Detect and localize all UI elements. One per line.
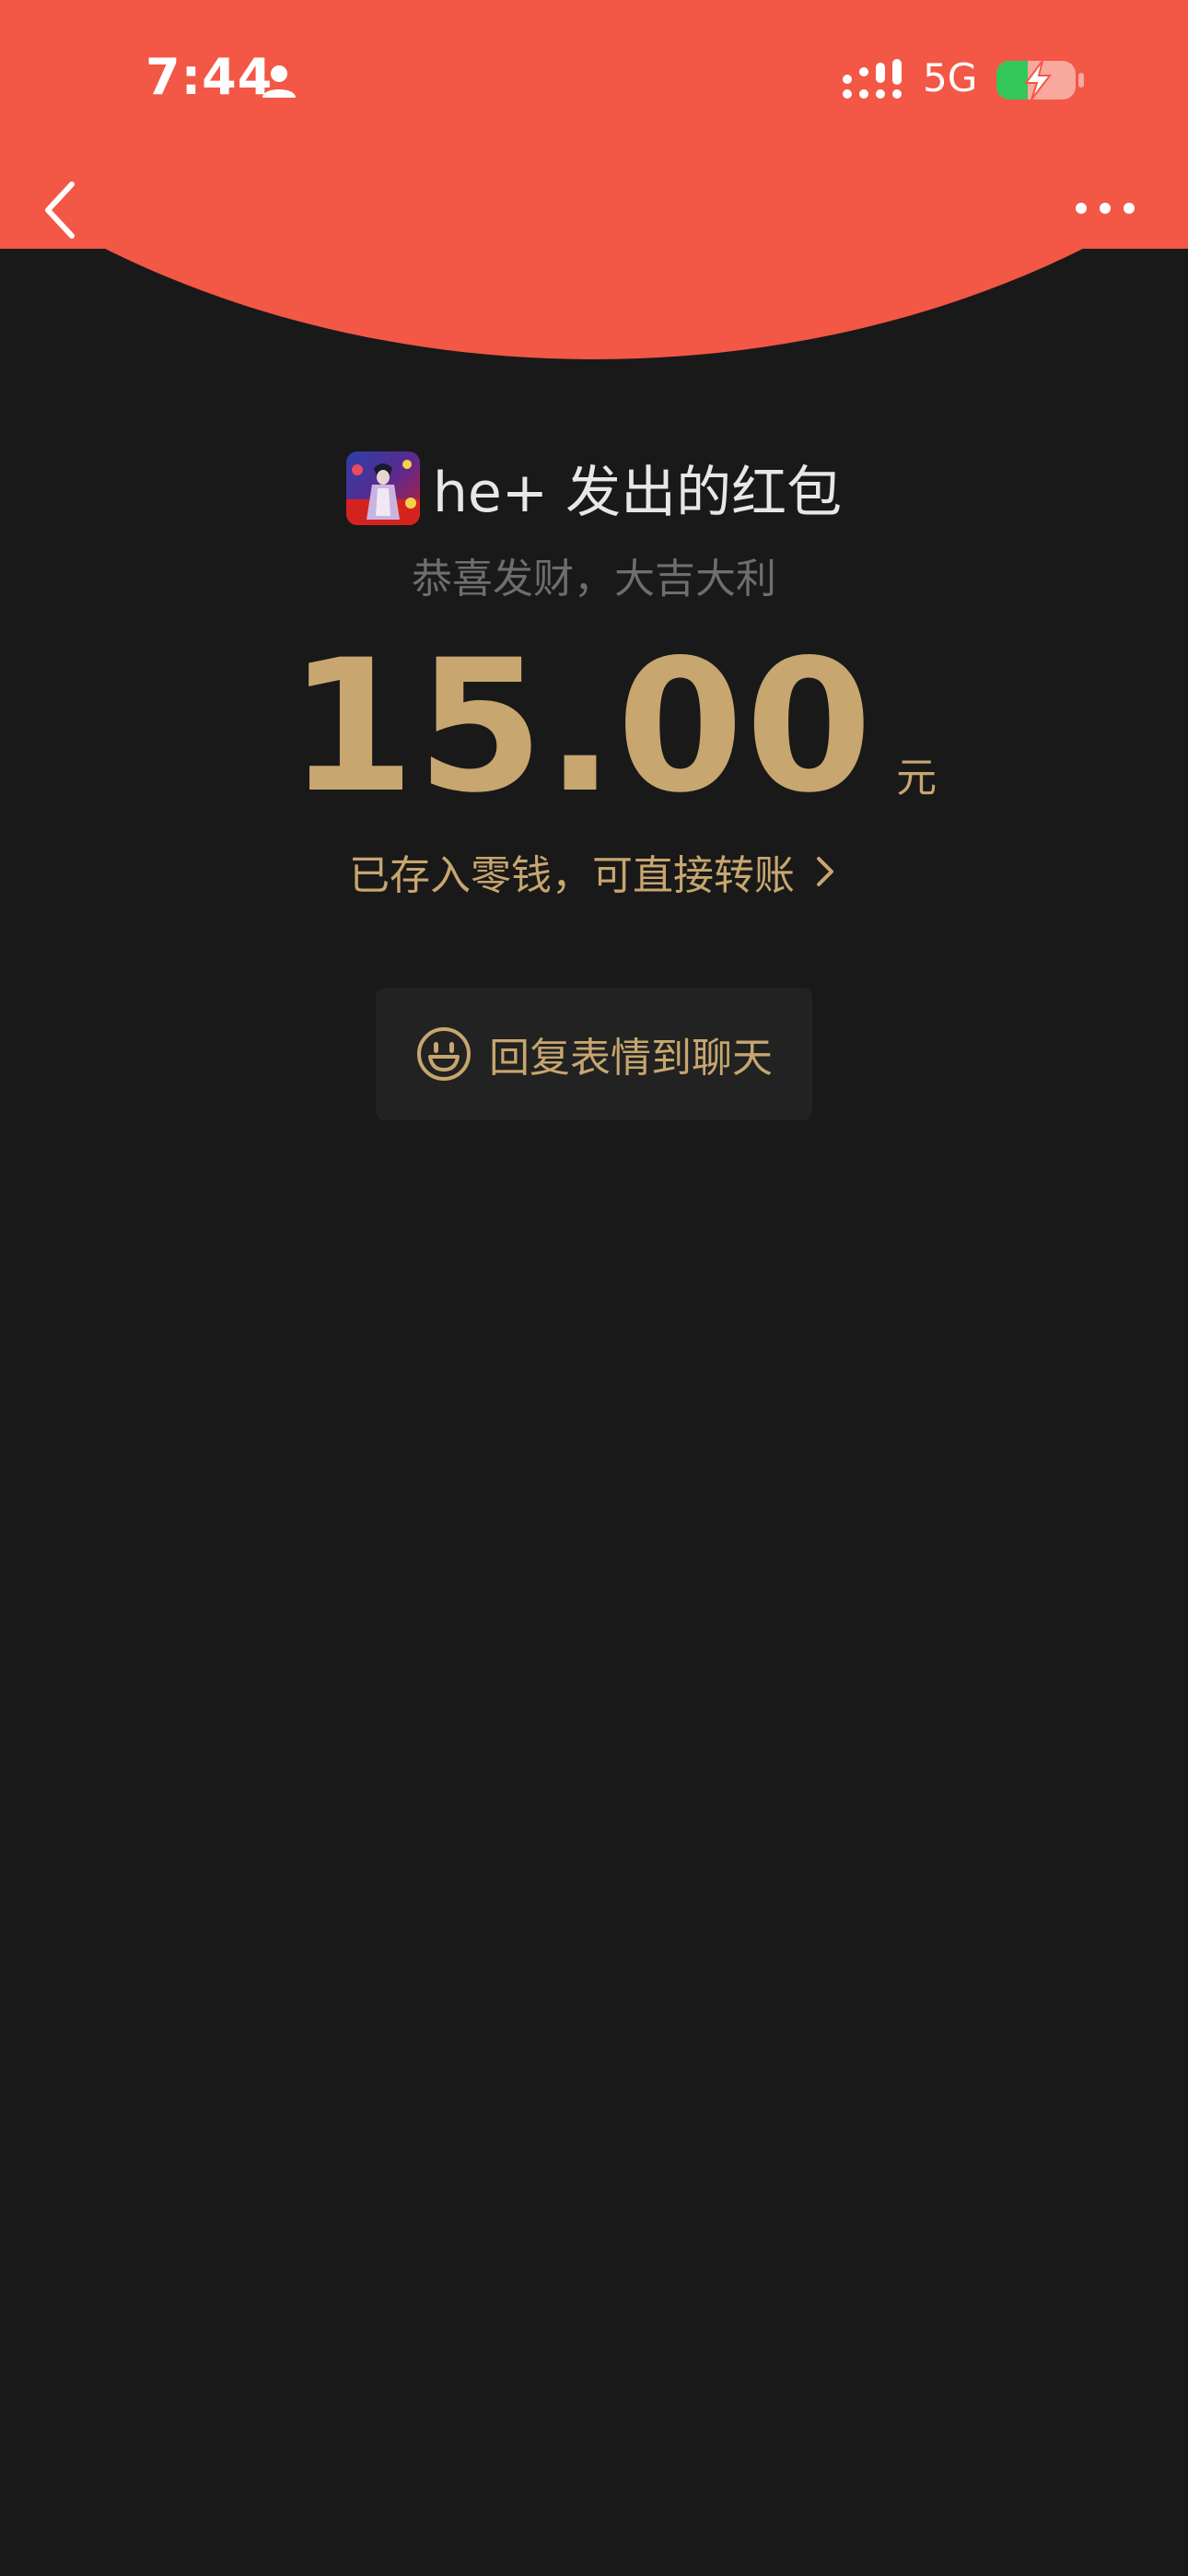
chevron-right-icon: [817, 857, 833, 886]
back-button[interactable]: [37, 177, 92, 243]
status-time: 7:44: [146, 48, 274, 106]
network-label: 5G: [923, 55, 978, 100]
wish-message: 恭喜发财，大吉大利: [412, 556, 776, 603]
sender-avatar[interactable]: [345, 451, 420, 525]
amount-value: 15.00: [287, 620, 875, 833]
amount-unit: 元: [896, 755, 938, 802]
sender-row: he+ 发出的红包: [0, 448, 1188, 528]
reply-sticker-button[interactable]: 回复表情到聊天: [376, 988, 812, 1120]
sender-title: he+ 发出的红包: [432, 461, 843, 525]
amount-row: 15.00 元: [0, 636, 1188, 818]
more-options-button[interactable]: [1068, 192, 1142, 225]
signal-icon: [843, 59, 902, 99]
person-icon: [262, 65, 296, 98]
smile-icon: [417, 1027, 471, 1081]
reply-sticker-label: 回复表情到聊天: [489, 1035, 773, 1082]
red-packet-detail-screen: 7:44 5G he+ 发出的红包 恭喜发财，大吉大利 15.00 元 已存入零…: [0, 0, 1188, 2576]
battery-charging-icon: [996, 60, 1084, 100]
stored-to-wallet-text: 已存入零钱，可直接转账: [349, 852, 795, 899]
stored-to-wallet-link[interactable]: 已存入零钱，可直接转账: [0, 842, 1188, 901]
